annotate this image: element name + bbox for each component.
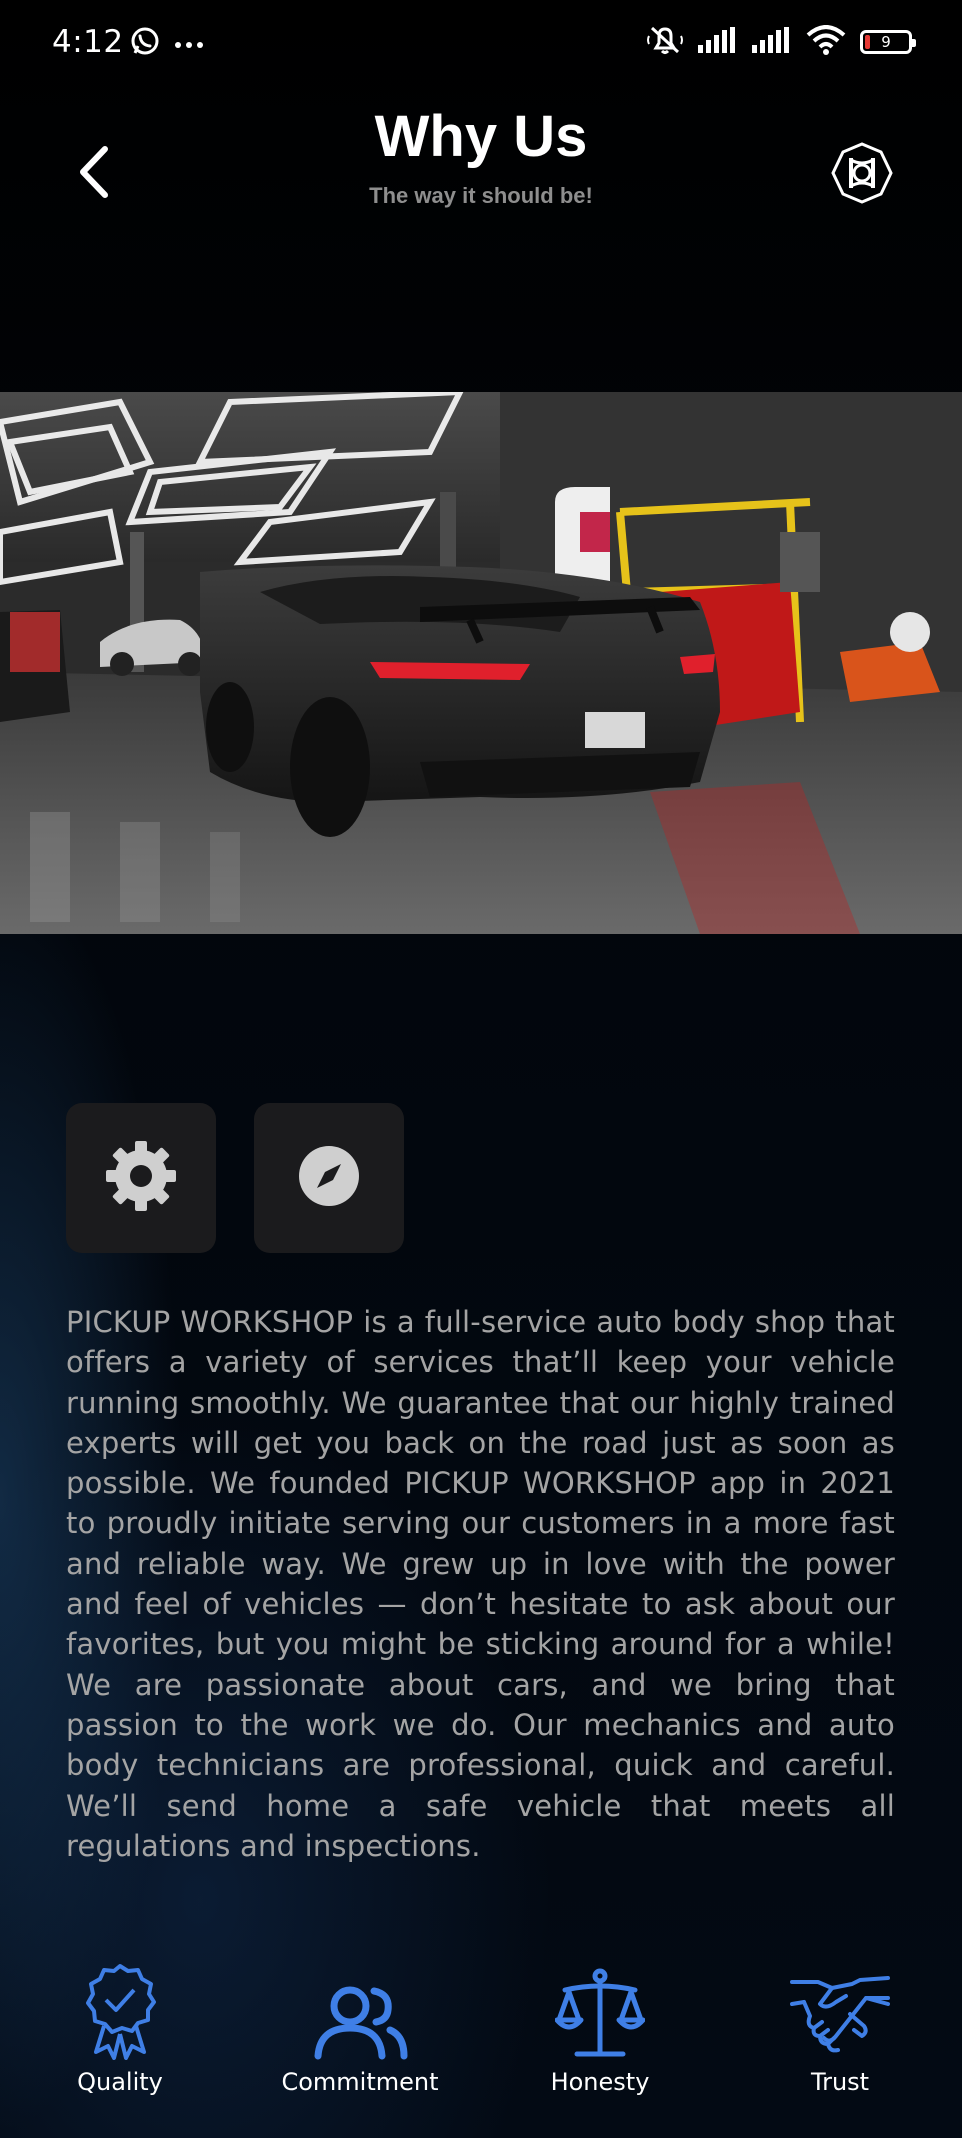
value-label: Trust xyxy=(810,2068,870,2096)
status-right-icons: 9 xyxy=(646,24,916,60)
value-label: Quality xyxy=(77,2068,163,2096)
wifi-icon xyxy=(806,25,846,59)
value-label: Commitment xyxy=(281,2068,439,2096)
award-badge-icon xyxy=(20,1960,220,2060)
signal-icon xyxy=(752,27,792,57)
page-subtitle: The way it should be! xyxy=(369,183,593,208)
status-bar: 4:12 9 xyxy=(0,0,962,90)
handshake-icon xyxy=(740,1960,940,2060)
value-label: Honesty xyxy=(550,2068,650,2096)
value-trust[interactable]: Trust xyxy=(740,1960,940,2096)
action-row xyxy=(66,1103,404,1253)
battery-icon: 9 xyxy=(860,30,916,54)
hero-image xyxy=(0,392,962,934)
value-quality[interactable]: Quality xyxy=(20,1960,220,2096)
compass-icon xyxy=(297,1144,361,1212)
scale-icon xyxy=(500,1960,700,2060)
header: Why Us The way it should be! xyxy=(0,95,962,225)
brand-logo-icon xyxy=(824,135,900,211)
more-dots-icon xyxy=(174,34,204,53)
users-icon xyxy=(260,1960,460,2060)
values-bar: Quality Commitment Honesty Trust xyxy=(0,1960,962,2110)
mute-icon xyxy=(646,24,684,60)
explore-button[interactable] xyxy=(254,1103,404,1253)
status-left-icons xyxy=(130,26,204,60)
gear-icon xyxy=(102,1137,180,1219)
value-commitment[interactable]: Commitment xyxy=(260,1960,460,2096)
status-time: 4:12 xyxy=(52,24,124,60)
value-honesty[interactable]: Honesty xyxy=(500,1960,700,2096)
description-text: PICKUP WORKSHOP is a full-service auto b… xyxy=(66,1305,895,1863)
signal-icon xyxy=(698,27,738,57)
page-title: Why Us xyxy=(374,104,588,169)
workshop-car-photo xyxy=(0,392,962,934)
whatsapp-icon xyxy=(130,26,160,60)
settings-button[interactable] xyxy=(66,1103,216,1253)
